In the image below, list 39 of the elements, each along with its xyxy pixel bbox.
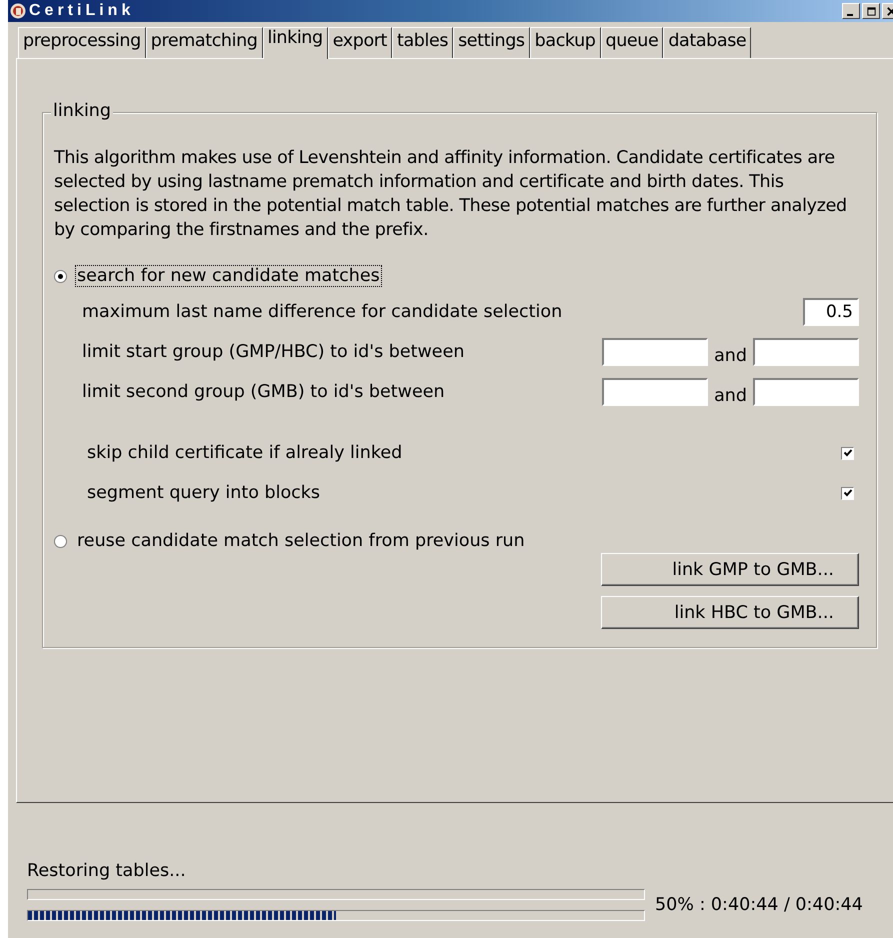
setting-label: maximum last name difference for candidate selection — [82, 302, 562, 322]
maximize-button[interactable] — [862, 3, 880, 19]
setting-label: limit start group (GMP/HBC) to id's between — [82, 342, 464, 362]
input-field[interactable] — [602, 338, 708, 366]
checkbox-label: skip child certificate if alrealy linked — [87, 443, 402, 463]
input-field[interactable] — [753, 338, 859, 366]
tab[interactable]: settings — [453, 27, 530, 58]
input-field[interactable] — [753, 378, 859, 406]
minimize-button[interactable] — [842, 3, 860, 19]
status-message: Restoring tables... — [27, 861, 187, 883]
tab[interactable]: database — [663, 27, 752, 58]
tab[interactable]: export — [328, 27, 392, 58]
link-button[interactable]: link HBC to GMB... — [601, 596, 859, 629]
tab[interactable]: tables — [392, 27, 454, 58]
radio-button[interactable] — [54, 270, 67, 282]
tab[interactable]: queue — [600, 27, 664, 58]
and-label: and — [714, 346, 747, 366]
input-field[interactable]: 0.5 — [803, 298, 859, 326]
checkbox[interactable] — [841, 446, 854, 460]
radio-button[interactable] — [54, 534, 67, 548]
radio-label[interactable]: reuse candidate match selection from previous run — [75, 530, 527, 552]
maximize-icon — [866, 6, 876, 16]
tab[interactable]: backup — [530, 27, 601, 58]
link-button[interactable]: link GMP to GMB... — [601, 553, 859, 586]
input-field[interactable] — [602, 378, 708, 406]
progress-text: 50% : 0:40:44 / 0:40:44 — [655, 895, 863, 915]
checkbox-label: segment query into blocks — [87, 483, 320, 503]
description-text: This algorithm makes use of Levenshtein and affinity information. Candidate certificates are selected by using lastname prematch information and certificate and birth dates. This selection is stored in the potential match table. These potential matches are further analyzed by comparing the firstnames and the prefix. — [54, 147, 848, 242]
group-title: linking — [51, 101, 114, 121]
tab[interactable]: prematching — [146, 27, 262, 58]
tab[interactable]: preprocessing — [18, 27, 146, 58]
minimize-icon — [846, 14, 852, 16]
window-title: CertiLink — [29, 2, 134, 20]
radio-label[interactable]: search for new candidate matches — [75, 265, 382, 287]
app-logo-icon — [10, 3, 26, 19]
setting-label: limit second group (GMB) to id's between — [82, 382, 445, 402]
tab[interactable]: linking — [262, 27, 328, 59]
checkbox[interactable] — [841, 486, 854, 500]
and-label: and — [714, 386, 747, 406]
